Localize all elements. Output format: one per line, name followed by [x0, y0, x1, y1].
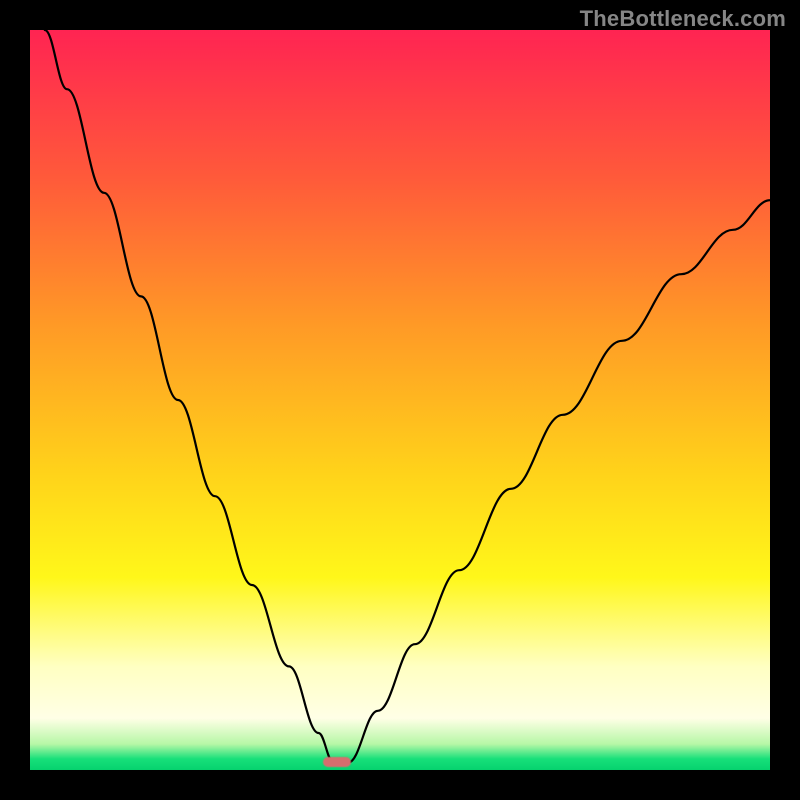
watermark-text: TheBottleneck.com	[580, 6, 786, 32]
bottleneck-curve-chart	[30, 30, 770, 770]
chart-background	[30, 30, 770, 770]
bottleneck-marker	[323, 757, 351, 767]
chart-frame: TheBottleneck.com	[0, 0, 800, 800]
